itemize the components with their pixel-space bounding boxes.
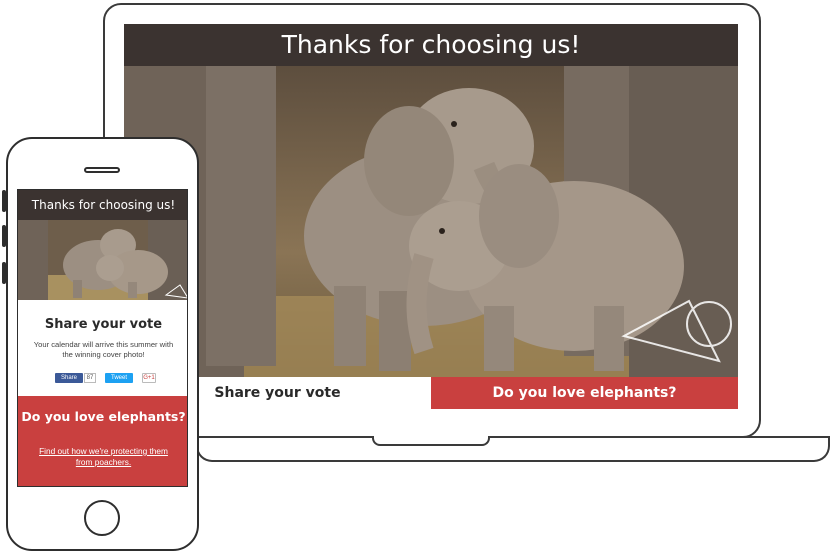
phone-elephant-photo — [18, 220, 187, 300]
phone-side-button — [2, 225, 6, 247]
poachers-link[interactable]: Find out how we're protecting them from … — [38, 446, 169, 468]
facebook-share-count: 87 — [84, 373, 96, 383]
facebook-share-button[interactable]: Share — [55, 373, 83, 383]
tweet-button[interactable]: Tweet — [105, 373, 133, 383]
share-vote-title: Share your vote — [44, 317, 163, 332]
laptop-elephant-photo — [124, 66, 738, 377]
phone-speaker — [84, 167, 120, 173]
elephant-photo-graphic — [18, 220, 187, 300]
laptop-screen: Thanks for choosing us! Share your vote … — [124, 24, 738, 409]
share-vote-description: Your calendar will arrive this summer wi… — [33, 340, 174, 359]
laptop-header-title: Thanks for choosing us! — [124, 24, 738, 66]
phone-screen: Thanks for choosing us! Share your vote … — [17, 189, 188, 487]
elephants-promo-section: Do you love elephants? Find out how we'r… — [18, 396, 187, 486]
laptop-hinge — [196, 436, 830, 438]
laptop-notch — [372, 436, 490, 446]
phone-side-button — [2, 262, 6, 284]
elephants-promo-title: Do you love elephants? — [21, 409, 186, 424]
google-plus-button[interactable]: G+1 — [142, 373, 156, 383]
laptop-base — [196, 436, 830, 462]
phone-home-button[interactable] — [84, 500, 120, 536]
phone-side-button — [2, 190, 6, 212]
elephant-photo-graphic — [124, 66, 738, 377]
phone-header-title: Thanks for choosing us! — [18, 190, 187, 220]
tab-do-you-love-elephants[interactable]: Do you love elephants? — [431, 377, 738, 409]
